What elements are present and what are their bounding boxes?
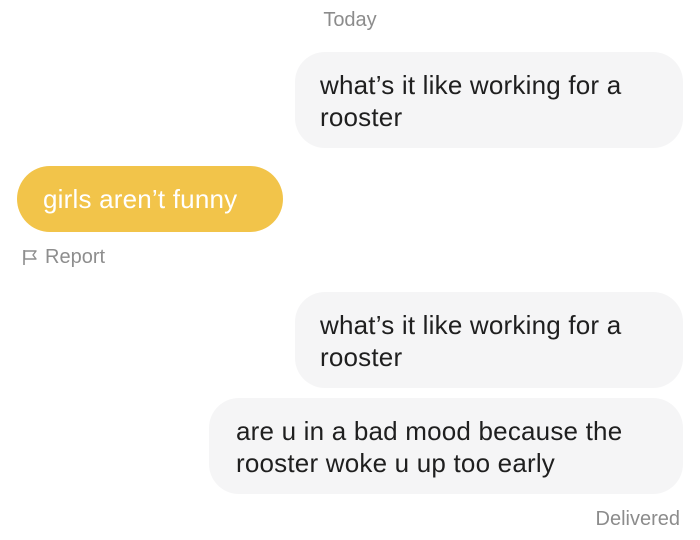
- report-label: Report: [45, 245, 106, 268]
- outgoing-message-bubble[interactable]: what’s it like working for a rooster: [295, 52, 683, 148]
- outgoing-message-bubble[interactable]: what’s it like working for a rooster: [295, 292, 683, 388]
- incoming-message-bubble[interactable]: girls aren’t funny: [17, 166, 283, 232]
- chat-thread: Today what’s it like working for a roost…: [0, 0, 700, 540]
- report-button[interactable]: Report: [22, 244, 105, 270]
- outgoing-message-bubble[interactable]: are u in a bad mood because the rooster …: [209, 398, 683, 494]
- flag-icon: [23, 250, 37, 265]
- delivery-status: Delivered: [595, 508, 680, 530]
- date-label: Today: [323, 9, 377, 31]
